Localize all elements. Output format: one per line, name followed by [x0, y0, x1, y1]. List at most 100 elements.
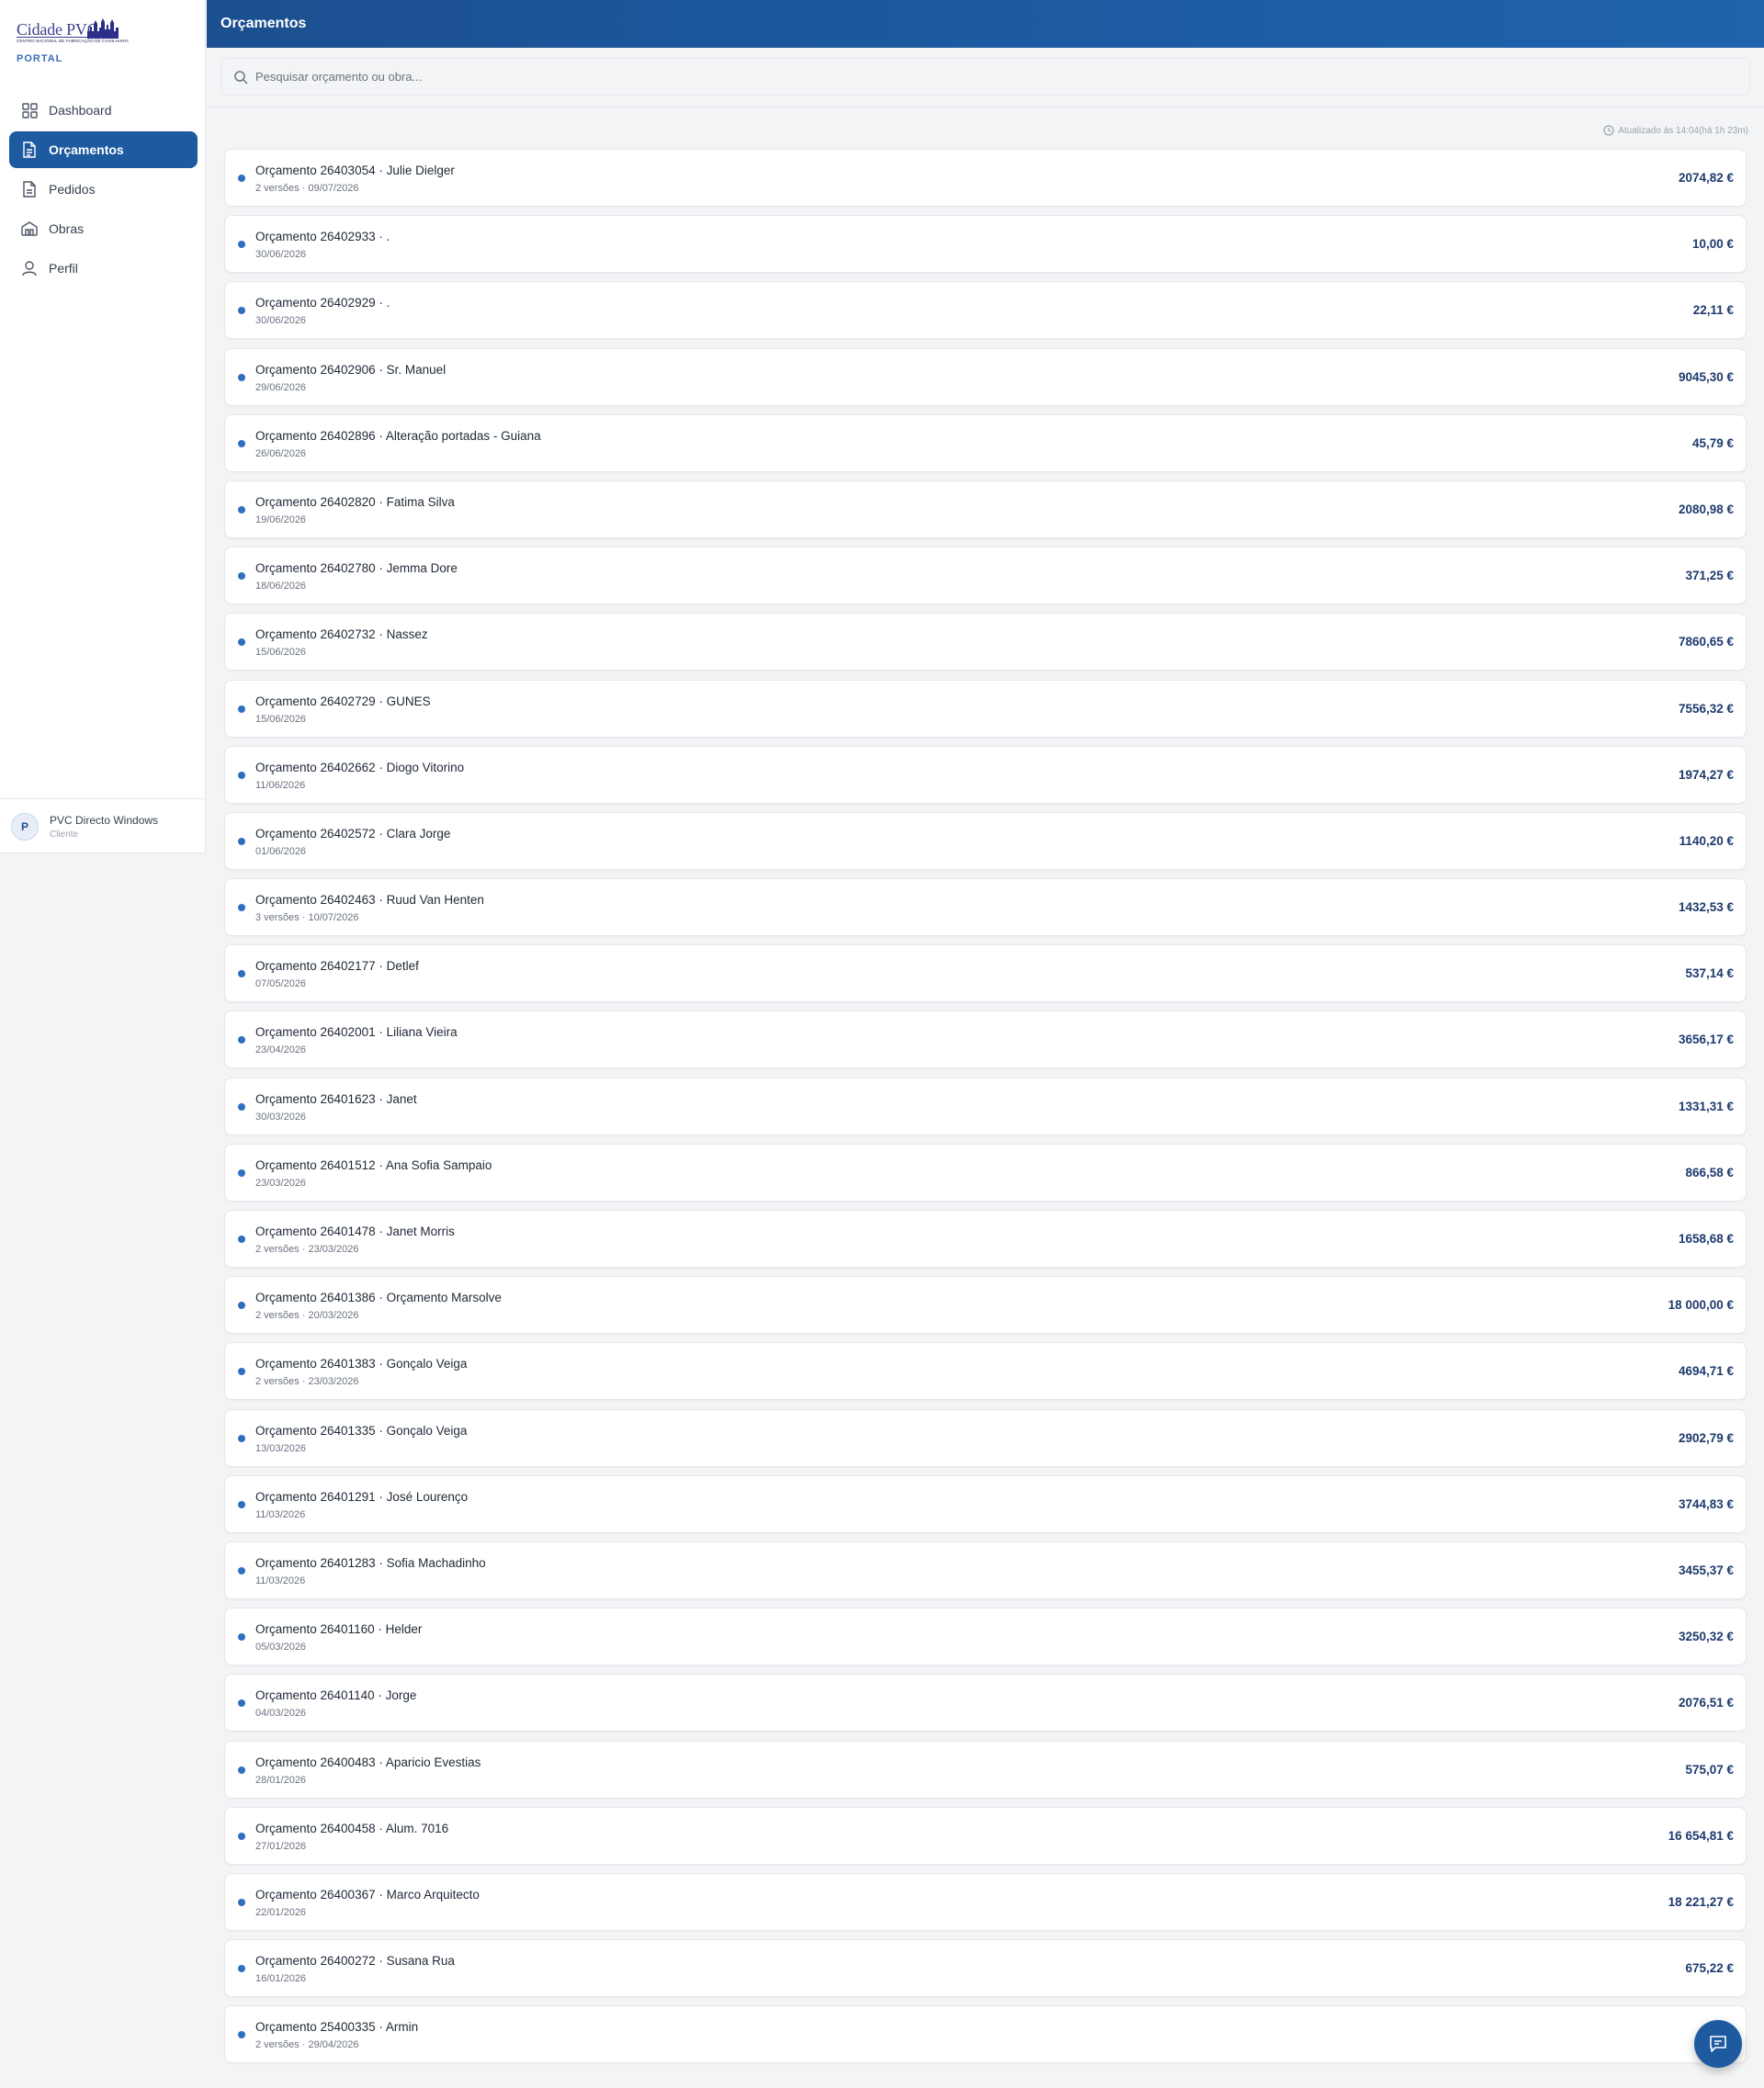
list-item[interactable]: Orçamento 26402896 · Alteração portadas … [224, 413, 1747, 472]
status-dot [238, 439, 245, 447]
quote-title: Orçamento 26401623 · Janet [255, 1091, 417, 1106]
status-dot [238, 705, 245, 713]
logo[interactable]: Cidade PVC CENTRO NACIONAL DE FABRICAÇÃO… [17, 17, 191, 70]
status-dot [238, 904, 245, 912]
quote-title: Orçamento 26401383 · Gonçalo Veiga [255, 1357, 468, 1371]
status-dot [238, 1500, 245, 1508]
list-item[interactable]: Orçamento 26402662 · Diogo Vitorino 11/06… [224, 745, 1747, 804]
quote-title: Orçamento 26400483 · Aparicio Evestias [255, 1755, 481, 1769]
list-item[interactable]: Orçamento 26401478 · Janet Morris 2 versõ… [224, 1210, 1747, 1268]
document-icon [21, 141, 38, 158]
status-dot [238, 1236, 245, 1243]
status-dot [238, 241, 245, 249]
quote-value: 9045,30 € [1678, 369, 1734, 384]
quote-subtitle: 2 versões · 20/03/2026 [255, 1310, 359, 1322]
quote-title: Orçamento 26402820 · Fatima Silva [255, 494, 455, 509]
quote-subtitle: 05/03/2026 [255, 1642, 307, 1653]
status-dot [238, 1168, 245, 1177]
quote-subtitle: 2 versões · 29/04/2026 [255, 2039, 359, 2051]
search-bar[interactable] [220, 58, 1750, 96]
sidebar-item-pedidos[interactable]: Pedidos [9, 171, 198, 208]
list-item[interactable]: Orçamento 26400367 · Marco Arquitecto 22/… [224, 1872, 1747, 1931]
list-item[interactable]: Orçamento 26402929 · . 30/06/2026 22,11 € [224, 281, 1747, 340]
list-item[interactable]: Orçamento 26401386 · Orçamento Marsolve 2… [224, 1276, 1747, 1335]
sidebar-item-orcamentos[interactable]: Orçamentos [9, 131, 198, 168]
list-item[interactable]: Orçamento 26401383 · Gonçalo Veiga 2 vers… [224, 1342, 1747, 1401]
quote-value: 1140,20 € [1679, 833, 1734, 848]
sidebar-item-dashboard[interactable]: Dashboard [9, 92, 198, 129]
list-item[interactable]: Orçamento 26401283 · Sofia Machadinho 11/… [224, 1541, 1747, 1599]
list-item[interactable]: Orçamento 26402177 · Detlef 07/05/2026 537… [224, 944, 1747, 1003]
quote-title: Orçamento 26401283 · Sofia Machadinho [255, 1555, 486, 1570]
quote-value: 3455,37 € [1678, 1563, 1734, 1577]
list-item[interactable]: Orçamento 26400272 · Susana Rua 16/01/202… [224, 1939, 1747, 1998]
list-item[interactable]: Orçamento 26401291 · José Lourenço 11/03/… [224, 1474, 1747, 1533]
quote-subtitle: 16/01/2026 [255, 1973, 307, 1985]
quote-subtitle: 01/06/2026 [255, 845, 307, 857]
search-icon [233, 70, 248, 85]
list-item[interactable]: Orçamento 26403054 · Julie Dielger 2 vers… [224, 149, 1747, 207]
quote-title: Orçamento 26402896 · Alteração portadas … [255, 428, 541, 443]
status-dot [238, 1898, 245, 1906]
status-dot [238, 1434, 245, 1442]
quote-subtitle: 11/03/2026 [255, 1508, 306, 1520]
quote-subtitle: 23/03/2026 [255, 1177, 307, 1189]
avatar: P [11, 812, 39, 841]
quote-value: 3250,32 € [1678, 1630, 1734, 1644]
sidebar-item-label: Pedidos [49, 182, 96, 197]
user-name: PVC Directo Windows [50, 813, 159, 827]
sidebar-item-label: Dashboard [49, 103, 112, 118]
user-icon [21, 260, 38, 277]
list-item[interactable]: Orçamento 26401160 · Helder 05/03/2026 325… [224, 1608, 1747, 1666]
status-dot [238, 1102, 245, 1111]
quote-subtitle: 11/03/2026 [255, 1574, 306, 1586]
quote-value: 866,58 € [1685, 1165, 1734, 1179]
status-dot [238, 1368, 245, 1376]
list-item[interactable]: Orçamento 26401512 · Ana Sofia Sampaio 23… [224, 1143, 1747, 1202]
chat-button[interactable] [1694, 2020, 1742, 2068]
logo-tagline: CENTRO NACIONAL DE FABRICAÇÃO DE CAIXILH… [17, 39, 130, 43]
list-item[interactable]: Orçamento 26402463 · Ruud Van Henten 3 ve… [224, 878, 1747, 937]
quote-subtitle: 27/01/2026 [255, 1840, 307, 1852]
status-dot [238, 373, 245, 381]
quote-subtitle: 30/06/2026 [255, 249, 307, 261]
list-item[interactable]: Orçamento 26402001 · Liliana Vieira 23/04… [224, 1010, 1747, 1069]
quote-subtitle: 2 versões · 23/03/2026 [255, 1376, 359, 1388]
quote-value: 3744,83 € [1678, 1496, 1734, 1511]
quote-title: Orçamento 26400367 · Marco Arquitecto [255, 1887, 480, 1902]
user-meta: PVC Directo Windows Cliente [50, 814, 158, 840]
quote-title: Orçamento 26402177 · Detlef [255, 959, 419, 974]
sidebar-item-label: Orçamentos [49, 142, 124, 157]
list-item[interactable]: Orçamento 25400335 · Armin 2 versões · 29… [224, 2005, 1747, 2064]
list-item[interactable]: Orçamento 26401335 · Gonçalo Veiga 13/03/… [224, 1408, 1747, 1467]
list-item[interactable]: Orçamento 26402780 · Jemma Dore 18/06/202… [224, 547, 1747, 605]
list-item[interactable]: Orçamento 26402572 · Clara Jorge 01/06/20… [224, 811, 1747, 870]
user-card[interactable]: P PVC Directo Windows Cliente [0, 798, 206, 853]
list-item[interactable]: Orçamento 26401140 · Jorge 04/03/2026 2076… [224, 1674, 1747, 1732]
search-input[interactable] [255, 70, 1634, 84]
quote-value: 1658,68 € [1678, 1232, 1734, 1246]
sidebar-item-obras[interactable]: Obras [9, 210, 198, 247]
list-item[interactable]: Orçamento 26401623 · Janet 30/03/2026 1331… [224, 1077, 1747, 1135]
updated-text: Atualizado às 14:04(há 1h 23m) [1618, 125, 1748, 136]
list-item[interactable]: Orçamento 26402732 · Nassez 15/06/2026 786… [224, 613, 1747, 672]
list-item[interactable]: Orçamento 26402820 · Fatima Silva 19/06/2… [224, 480, 1747, 538]
list-item[interactable]: Orçamento 26400458 · Alum. 7016 27/01/202… [224, 1806, 1747, 1865]
list-item[interactable]: Orçamento 26402729 · GUNES 15/06/2026 7556… [224, 679, 1747, 738]
chat-icon [1708, 2034, 1728, 2054]
quote-value: 18 221,27 € [1668, 1894, 1734, 1909]
list-item[interactable]: Orçamento 26402933 · . 30/06/2026 10,00 € [224, 215, 1747, 274]
quote-subtitle: 11/06/2026 [255, 779, 306, 791]
quote-subtitle: 29/06/2026 [255, 381, 307, 393]
sidebar-item-perfil[interactable]: Perfil [9, 250, 198, 287]
quote-subtitle: 04/03/2026 [255, 1708, 307, 1720]
quote-value: 2076,51 € [1678, 1696, 1734, 1710]
list-item[interactable]: Orçamento 26402906 · Sr. Manuel 29/06/202… [224, 347, 1747, 406]
list-item[interactable]: Orçamento 26400483 · Aparicio Evestias 28… [224, 1740, 1747, 1799]
quote-title: Orçamento 26402001 · Liliana Vieira [255, 1025, 458, 1040]
quote-title: Orçamento 26401291 · José Lourenço [255, 1489, 469, 1504]
updated-status: Atualizado às 14:04(há 1h 23m) [1603, 125, 1748, 136]
quote-title: Orçamento 26402933 · . [255, 230, 390, 244]
quote-value: 675,22 € [1685, 1961, 1734, 1976]
status-dot [238, 1566, 245, 1574]
